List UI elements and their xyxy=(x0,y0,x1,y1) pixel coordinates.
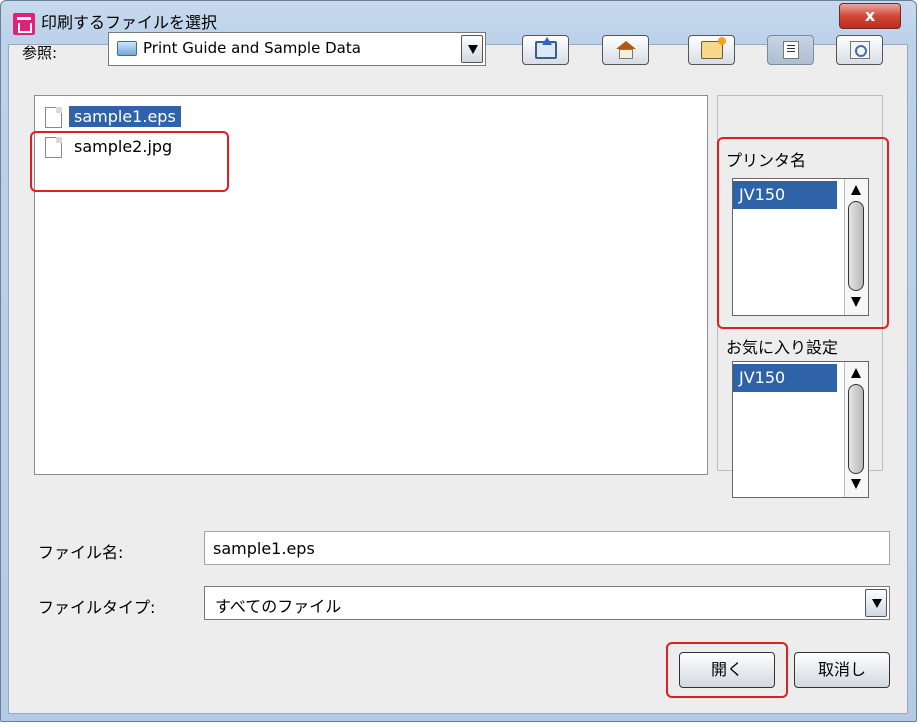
scroll-thumb[interactable] xyxy=(848,201,864,291)
printer-item[interactable]: JV150 xyxy=(733,181,837,209)
favorites-scrollbar[interactable] xyxy=(844,362,868,497)
file-name: sample2.jpg xyxy=(74,137,173,156)
scroll-up-icon[interactable] xyxy=(847,364,865,382)
favorites-list[interactable]: JV150 xyxy=(732,361,869,498)
up-one-level-button[interactable] xyxy=(522,35,569,65)
home-icon xyxy=(615,41,637,59)
close-button[interactable]: x xyxy=(839,3,901,29)
printer-name-label: プリンタ名 xyxy=(726,151,807,170)
open-button[interactable]: 開く xyxy=(679,652,775,688)
scroll-down-icon[interactable] xyxy=(847,475,865,493)
file-type-combo[interactable]: すべてのファイル xyxy=(204,586,890,620)
scroll-up-icon[interactable] xyxy=(847,181,865,199)
file-list[interactable]: sample1.eps sample2.jpg xyxy=(34,95,708,475)
list-view-icon xyxy=(783,41,799,59)
up-folder-icon xyxy=(535,37,557,59)
file-type-value: すべてのファイル xyxy=(215,597,342,616)
file-icon xyxy=(45,107,62,128)
printer-scrollbar[interactable] xyxy=(844,179,868,315)
list-view-button[interactable] xyxy=(767,35,814,65)
file-type-label: ファイルタイプ: xyxy=(38,598,156,617)
chevron-down-icon[interactable] xyxy=(461,35,483,63)
favorite-item[interactable]: JV150 xyxy=(733,364,837,392)
details-view-button[interactable] xyxy=(836,35,883,65)
scroll-down-icon[interactable] xyxy=(847,293,865,311)
file-name: sample1.eps xyxy=(69,106,181,127)
folder-icon xyxy=(117,41,137,56)
printer-list[interactable]: JV150 xyxy=(732,178,869,316)
chevron-down-icon[interactable] xyxy=(865,589,887,617)
new-folder-icon xyxy=(701,37,726,59)
file-name-label: ファイル名: xyxy=(38,543,124,562)
look-in-value: Print Guide and Sample Data xyxy=(143,39,361,57)
file-icon xyxy=(45,137,62,158)
file-name-input[interactable] xyxy=(204,531,890,565)
favorites-label: お気に入り設定 xyxy=(726,338,839,357)
close-icon: x xyxy=(864,6,876,25)
home-button[interactable] xyxy=(602,35,649,65)
cancel-button[interactable]: 取消し xyxy=(794,652,890,688)
new-folder-button[interactable] xyxy=(688,35,735,65)
details-view-icon xyxy=(850,41,870,59)
look-in-label: 参照: xyxy=(22,44,58,62)
app-icon xyxy=(13,13,35,35)
look-in-combo[interactable]: Print Guide and Sample Data xyxy=(108,32,486,66)
scroll-thumb[interactable] xyxy=(848,384,864,474)
